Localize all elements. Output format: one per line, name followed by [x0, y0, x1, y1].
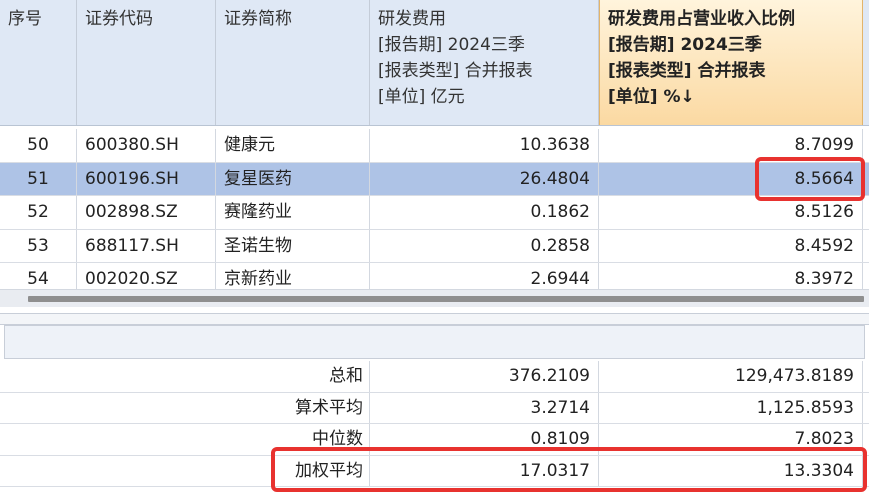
code-cell: 688117.SH: [77, 229, 216, 262]
seq-cell: 53: [0, 229, 77, 262]
summary-row-median: 中位数 0.8109 7.8023: [0, 424, 869, 456]
summary-ratio-value: 1,125.8593: [599, 392, 863, 423]
rd-header-line4: [单位] 亿元: [378, 87, 465, 107]
seq-cell: 51: [0, 162, 77, 195]
summary-row-mean: 算术平均 3.2714 1,125.8593: [0, 392, 869, 424]
column-header-code-label: 证券代码: [85, 9, 153, 29]
summary-row-weighted-mean: 加权平均 17.0317 13.3304: [0, 455, 869, 487]
table-row-selected[interactable]: 51 600196.SH 复星医药 26.4804 8.5664: [0, 162, 869, 196]
column-header-code[interactable]: 证券代码: [77, 0, 216, 125]
table-row[interactable]: 50 600380.SH 健康元 10.3638 8.7099: [0, 129, 869, 163]
ratio-header-line3: [报表类型] 合并报表: [608, 61, 766, 81]
table-row[interactable]: 52 002898.SZ 赛隆药业 0.1862 8.5126: [0, 196, 869, 230]
ratio-header-line1: 研发费用占营业收入比例: [608, 9, 795, 29]
column-header-name[interactable]: 证券简称: [216, 0, 370, 125]
summary-row-sum: 总和 376.2109 129,473.8189: [0, 361, 869, 393]
rd-header-line3: [报表类型] 合并报表: [378, 61, 533, 81]
summary-rd-value: 376.2109: [370, 361, 599, 392]
column-header-seq[interactable]: 序号: [0, 0, 77, 125]
horizontal-scrollbar[interactable]: [0, 289, 869, 307]
ratio-cell: 8.4592: [599, 229, 863, 262]
summary-ratio-value: 7.8023: [599, 424, 863, 455]
seq-cell: 52: [0, 196, 77, 229]
summary-rd-value: 17.0317: [370, 455, 599, 486]
rd-header-line1: 研发费用: [378, 9, 446, 29]
name-cell: 复星医药: [216, 162, 370, 195]
table-header: 序号 证券代码 证券简称 研发费用 [报告期] 2024三季 [报表类型] 合并…: [0, 0, 869, 126]
table-body: 50 600380.SH 健康元 10.3638 8.7099 51 60019…: [0, 129, 869, 297]
name-cell: 圣诺生物: [216, 229, 370, 262]
divider: [0, 313, 869, 325]
code-cell: 600196.SH: [77, 162, 216, 195]
ratio-cell: 8.5126: [599, 196, 863, 229]
column-header-seq-label: 序号: [8, 9, 42, 29]
column-header-name-label: 证券简称: [224, 9, 292, 29]
seq-cell: 50: [0, 129, 77, 162]
summary-ratio-value: 129,473.8189: [599, 361, 863, 392]
summary-rd-value: 0.8109: [370, 424, 599, 455]
rd-cell: 26.4804: [370, 162, 599, 195]
table-row[interactable]: 53 688117.SH 圣诺生物 0.2858 8.4592: [0, 229, 869, 263]
summary-label: 算术平均: [0, 392, 370, 423]
summary-label: 加权平均: [0, 455, 370, 486]
summary-ratio-value: 13.3304: [599, 455, 863, 486]
name-cell: 赛隆药业: [216, 196, 370, 229]
summary-label: 总和: [0, 361, 370, 392]
column-header-rd-expense[interactable]: 研发费用 [报告期] 2024三季 [报表类型] 合并报表 [单位] 亿元: [370, 0, 599, 125]
ratio-cell: 8.7099: [599, 129, 863, 162]
scrollbar-thumb[interactable]: [28, 296, 864, 302]
column-header-rd-ratio[interactable]: 研发费用占营业收入比例 [报告期] 2024三季 [报表类型] 合并报表 [单位…: [599, 0, 863, 125]
empty-panel: [4, 325, 865, 359]
rd-cell: 10.3638: [370, 129, 599, 162]
rd-header-line2: [报告期] 2024三季: [378, 35, 525, 55]
code-cell: 600380.SH: [77, 129, 216, 162]
code-cell: 002898.SZ: [77, 196, 216, 229]
summary-rd-value: 3.2714: [370, 392, 599, 423]
rd-cell: 0.1862: [370, 196, 599, 229]
rd-cell: 0.2858: [370, 229, 599, 262]
ratio-header-line2: [报告期] 2024三季: [608, 35, 762, 55]
name-cell: 健康元: [216, 129, 370, 162]
ratio-header-line4: [单位] %↓: [608, 87, 695, 107]
summary-table: 总和 376.2109 129,473.8189 算术平均 3.2714 1,1…: [0, 361, 869, 487]
summary-label: 中位数: [0, 424, 370, 455]
ratio-cell: 8.5664: [599, 162, 863, 195]
